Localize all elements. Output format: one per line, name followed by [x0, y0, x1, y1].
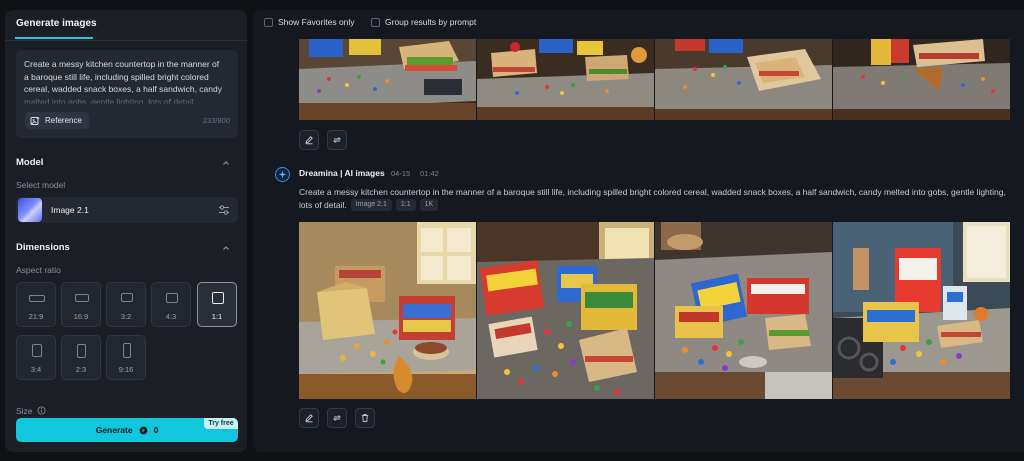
- aspect-ratio-4-3[interactable]: 4:3: [151, 282, 191, 327]
- show-favorites-label: Show Favorites only: [278, 17, 355, 27]
- aspect-ratio-16-9[interactable]: 16:9: [61, 282, 101, 327]
- aspect-ratio-21-9[interactable]: 21:9: [16, 282, 56, 327]
- aspect-ratio-3-4[interactable]: 3:4: [16, 335, 56, 380]
- resolution-chip: 1K: [419, 199, 439, 211]
- ratio-label: 4:3: [165, 312, 177, 321]
- ratio-shape-icon: [121, 293, 133, 302]
- select-model-label: Select model: [16, 180, 66, 190]
- trash-icon: [361, 414, 369, 423]
- edit-button[interactable]: [299, 408, 319, 428]
- ratio-label: 3:2: [120, 312, 132, 321]
- previous-image-row: [299, 39, 1010, 120]
- tab-label: Generate images: [16, 18, 97, 29]
- model-section-title: Model: [16, 157, 44, 168]
- generate-cost: 0: [153, 425, 159, 435]
- info-icon[interactable]: [37, 406, 46, 415]
- checkbox[interactable]: [371, 17, 380, 27]
- ratio-shape-icon: [77, 344, 86, 358]
- prompt-line-2: lots of detail.: [299, 200, 347, 210]
- sparkle-icon: [278, 170, 287, 179]
- pencil-icon: [305, 414, 313, 423]
- ratio-shape-icon: [32, 344, 42, 357]
- generated-image[interactable]: [477, 222, 654, 399]
- ratio-label: 1:1: [211, 312, 223, 321]
- ratio-label: 21:9: [28, 312, 44, 321]
- ratio-label: 16:9: [73, 312, 89, 321]
- dimensions-section-title: Dimensions: [16, 242, 70, 253]
- regenerate-button[interactable]: [327, 130, 347, 150]
- dreamina-avatar: [275, 167, 290, 182]
- chevron-up-icon[interactable]: [221, 243, 231, 253]
- generated-image[interactable]: [655, 39, 832, 120]
- generated-image[interactable]: [477, 39, 654, 120]
- regenerate-button[interactable]: [327, 408, 347, 428]
- model-chip: Image 2.1: [350, 199, 392, 211]
- results-area: Show Favorites only Group results by pro…: [253, 10, 1024, 452]
- refresh-icon: [332, 415, 342, 421]
- generated-image-row: [299, 222, 1010, 399]
- pencil-icon: [305, 136, 313, 145]
- ratio-label: 3:4: [30, 365, 42, 374]
- credit-icon: [139, 426, 147, 434]
- aspect-ratio-2-3[interactable]: 2:3: [61, 335, 101, 380]
- aspect-ratio-3-2[interactable]: 3:2: [106, 282, 146, 327]
- prompt-fade: [16, 90, 238, 108]
- aspect-ratio-1-1[interactable]: 1:1: [197, 282, 237, 327]
- aspect-ratio-label: Aspect ratio: [16, 265, 61, 275]
- reference-label: Reference: [45, 116, 82, 125]
- aspect-ratio-9-16[interactable]: 9:16: [106, 335, 146, 380]
- generation-date: 04-15: [391, 169, 411, 178]
- try-free-badge: Try free: [204, 418, 238, 429]
- ratio-shape-icon: [75, 294, 89, 302]
- prompt-input[interactable]: Create a messy kitchen countertop in the…: [16, 50, 238, 138]
- char-count: 233/800: [202, 116, 230, 125]
- edit-button[interactable]: [299, 130, 319, 150]
- model-selector[interactable]: Image 2.1: [16, 197, 238, 223]
- delete-button[interactable]: [355, 408, 375, 428]
- ratio-label: 9:16: [118, 365, 134, 374]
- generate-label: Generate: [95, 425, 133, 435]
- group-by-prompt-toggle[interactable]: Group results by prompt: [371, 17, 476, 27]
- sliders-icon[interactable]: [218, 204, 230, 216]
- group-by-prompt-label: Group results by prompt: [385, 17, 477, 27]
- ratio-label: 2:3: [75, 365, 87, 374]
- refresh-icon: [332, 137, 342, 143]
- generated-image[interactable]: [655, 222, 832, 399]
- active-tab-indicator: [15, 37, 93, 39]
- size-label: Size: [16, 406, 33, 416]
- ratio-shape-icon: [29, 295, 45, 302]
- ratio-shape-icon: [123, 343, 131, 358]
- checkbox[interactable]: [264, 17, 273, 27]
- generation-prompt[interactable]: Create a messy kitchen countertop in the…: [299, 186, 1024, 199]
- generated-image[interactable]: [299, 39, 476, 120]
- generation-time: 01:42: [420, 169, 439, 178]
- model-thumbnail: [18, 198, 42, 222]
- generated-image[interactable]: [833, 222, 1010, 399]
- reference-image-icon: [30, 116, 40, 125]
- generate-panel: Generate images Create a messy kitchen c…: [5, 10, 247, 452]
- ratio-shape-icon: [166, 293, 178, 303]
- generate-images-tab[interactable]: Generate images: [5, 10, 247, 41]
- generated-image[interactable]: [833, 39, 1010, 120]
- show-favorites-toggle[interactable]: Show Favorites only: [264, 17, 355, 27]
- ratio-chip: 1:1: [395, 199, 416, 211]
- reference-button[interactable]: Reference: [25, 112, 89, 129]
- model-name: Image 2.1: [51, 205, 89, 215]
- generated-image[interactable]: [299, 222, 476, 399]
- generation-source-title: Dreamina | AI images: [299, 168, 385, 178]
- generation-prompt-continued: lots of detail. Image 2.1 1:1 1K: [299, 199, 439, 211]
- chevron-up-icon[interactable]: [221, 158, 231, 168]
- ratio-shape-icon: [212, 292, 224, 304]
